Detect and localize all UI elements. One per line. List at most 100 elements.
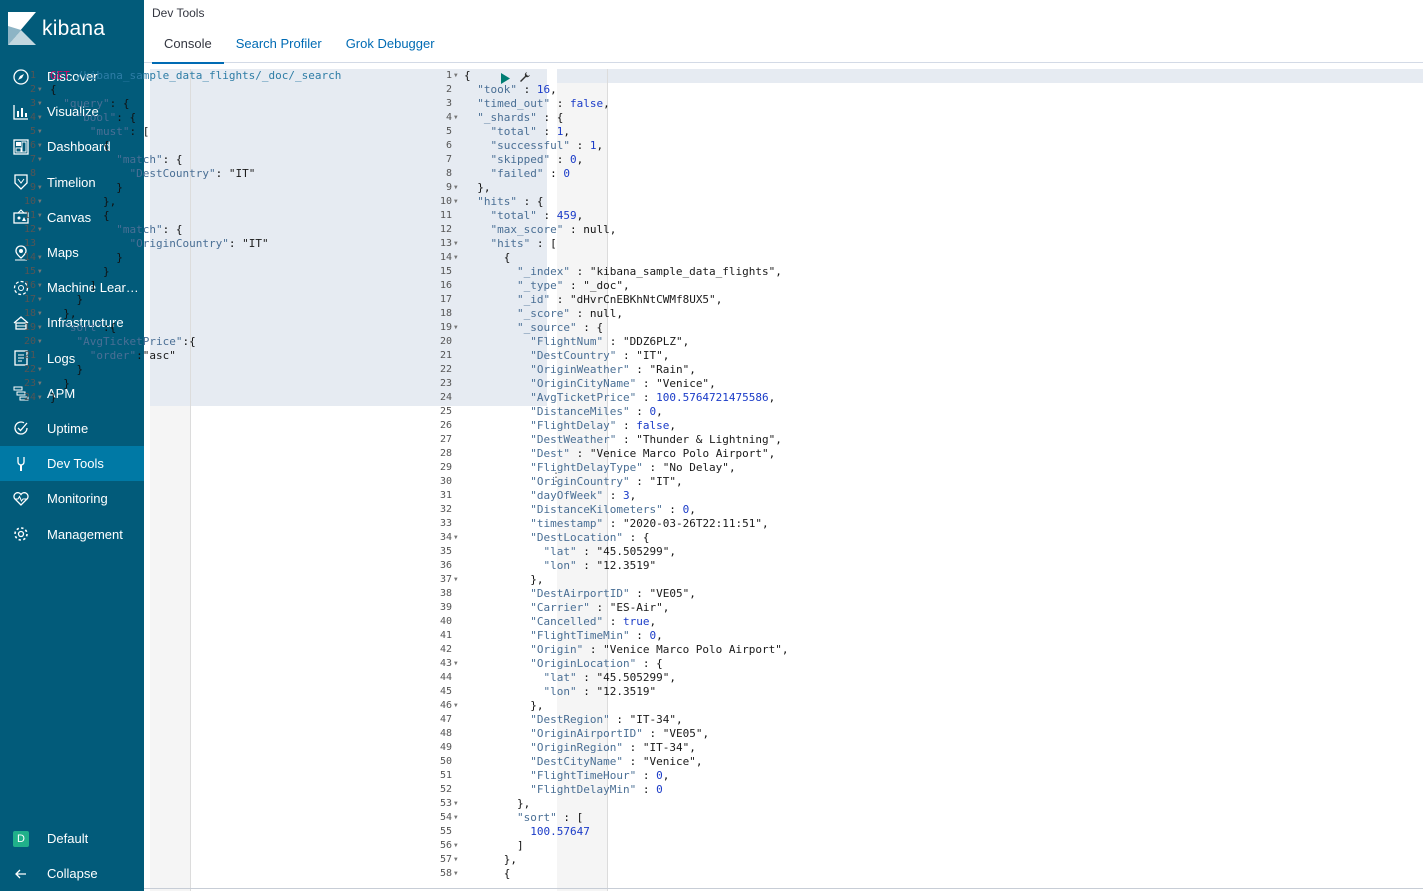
fold-toggle-icon[interactable]: ▼ — [454, 657, 460, 671]
fold-toggle-icon[interactable]: ▼ — [38, 125, 44, 139]
code-token: "kibana_sample_data_flights" — [589, 265, 776, 278]
response-line: 29 "FlightDelayType" : "No Delay", — [414, 461, 1264, 475]
fold-toggle-icon[interactable]: ▼ — [454, 867, 460, 881]
fold-toggle-icon[interactable]: ▼ — [38, 111, 44, 125]
response-line: 22 "OriginWeather" : "Rain", — [414, 363, 1264, 377]
fold-toggle-icon[interactable]: ▼ — [454, 839, 460, 853]
code-token: "DDZ6PLZ" — [622, 335, 683, 348]
fold-toggle-icon[interactable]: ▼ — [38, 279, 44, 293]
fold-toggle-icon[interactable]: ▼ — [38, 293, 44, 307]
fold-toggle-icon[interactable]: ▼ — [454, 251, 460, 265]
line-number: 31 — [439, 490, 452, 501]
fold-toggle-icon[interactable]: ▼ — [454, 699, 460, 713]
fold-toggle-icon[interactable]: ▼ — [38, 223, 44, 237]
sidebar-item-uptime[interactable]: Uptime — [0, 411, 144, 446]
request-code: { — [50, 209, 110, 223]
code-token: : — [603, 615, 623, 628]
space-selector[interactable]: D Default — [0, 821, 144, 856]
fold-toggle-icon[interactable]: ▼ — [38, 391, 44, 405]
fold-toggle-icon[interactable]: ▼ — [38, 153, 44, 167]
code-token: , — [675, 475, 683, 488]
fold-toggle-icon[interactable]: ▼ — [38, 265, 44, 279]
fold-toggle-icon[interactable]: ▼ — [38, 83, 44, 97]
sidebar-item-management[interactable]: Management — [0, 516, 144, 551]
fold-toggle-icon[interactable]: ▼ — [38, 307, 44, 321]
code-token: }, — [464, 573, 544, 586]
fold-toggle-icon[interactable]: ▼ — [38, 195, 44, 209]
code-token: "OriginWeather" — [530, 363, 630, 376]
avatar: D — [13, 830, 29, 847]
line-number: 15 — [23, 266, 36, 277]
code-token: } — [50, 363, 84, 376]
fold-toggle-icon[interactable]: ▼ — [454, 111, 460, 125]
tab-console[interactable]: Console — [152, 30, 224, 64]
code-token: "match" — [116, 223, 163, 236]
fold-toggle-icon[interactable]: ▼ — [38, 335, 44, 349]
code-token: "DestCountry" — [129, 167, 216, 180]
code-token: , — [695, 755, 703, 768]
code-token: , — [768, 447, 776, 460]
fold-toggle-icon[interactable]: ▼ — [454, 811, 460, 825]
line-number: 58 — [439, 868, 452, 879]
response-line: 10 ▼ "hits" : { — [414, 195, 1264, 209]
code-token: "lat" — [543, 545, 577, 558]
fold-toggle-icon[interactable]: ▼ — [38, 251, 44, 265]
code-token: : { — [162, 223, 183, 236]
code-token: "_score" — [516, 307, 570, 320]
tab-search-profiler[interactable]: Search Profiler — [224, 30, 334, 63]
fold-toggle-icon[interactable]: ▼ — [38, 181, 44, 195]
fold-toggle-icon[interactable]: ▼ — [454, 797, 460, 811]
collapse-button[interactable]: Collapse — [0, 856, 144, 891]
response-line: 41 "FlightTimeMin" : 0, — [414, 629, 1264, 643]
code-token: , — [662, 601, 670, 614]
fold-toggle-icon[interactable]: ▼ — [38, 139, 44, 153]
fold-toggle-icon[interactable]: ▼ — [454, 195, 460, 209]
code-token: "VE05" — [649, 587, 690, 600]
code-token: "DestCityName" — [530, 755, 623, 768]
request-editor[interactable]: 1 GET /kibana_sample_data_flights/_doc/_s… — [6, 69, 403, 405]
code-token: "OriginCountry" — [129, 237, 229, 250]
sidebar-item-monitoring[interactable]: Monitoring — [0, 481, 144, 516]
line-number: 28 — [439, 448, 452, 459]
fold-toggle-icon[interactable]: ▼ — [38, 209, 44, 223]
line-number: 26 — [439, 420, 452, 431]
line-number: 16 — [439, 280, 452, 291]
code-token: "match" — [116, 153, 163, 166]
fold-toggle-icon[interactable]: ▼ — [38, 377, 44, 391]
fold-toggle-icon[interactable]: ▼ — [454, 237, 460, 251]
response-code: "timed_out" : false, — [464, 97, 609, 111]
tab-grok-debugger[interactable]: Grok Debugger — [334, 30, 447, 63]
fold-toggle-icon[interactable]: ▼ — [454, 321, 460, 335]
code-token: "successful" — [490, 139, 570, 152]
fold-toggle-icon[interactable]: ▼ — [454, 69, 460, 83]
sidebar-item-dev-tools[interactable]: Dev Tools — [0, 446, 144, 482]
fold-toggle-icon[interactable]: ▼ — [38, 363, 44, 377]
kibana-logo[interactable]: kibana — [8, 12, 105, 46]
fold-toggle-icon[interactable]: ▼ — [38, 321, 44, 335]
fold-toggle-icon[interactable]: ▼ — [38, 97, 44, 111]
code-token: }, — [464, 853, 517, 866]
code-token: "OriginRegion" — [530, 741, 623, 754]
code-token: : — [215, 167, 229, 180]
line-number: 9 — [29, 182, 36, 193]
response-line: 40 "Cancelled" : true, — [414, 615, 1264, 629]
line-number: 2 — [445, 84, 452, 95]
response-code: "sort" : [ — [464, 811, 583, 825]
fold-toggle-icon[interactable]: ▼ — [454, 181, 460, 195]
line-number: 9 — [445, 182, 452, 193]
line-number: 7 — [445, 154, 452, 165]
response-code: "lat" : "45.505299", — [464, 545, 675, 559]
fold-toggle-icon[interactable]: ▼ — [454, 573, 460, 587]
code-token: : — [622, 755, 643, 768]
line-number: 34 — [439, 532, 452, 543]
response-code: "FlightTimeHour" : 0, — [464, 769, 669, 783]
code-token: "_shards" — [477, 111, 537, 124]
fold-toggle-icon[interactable]: ▼ — [454, 531, 460, 545]
code-token: "12.3519" — [596, 685, 657, 698]
request-line: 24 ▼} — [6, 391, 403, 405]
request-code: "must": [ — [50, 125, 150, 139]
fold-toggle-icon[interactable]: ▼ — [454, 853, 460, 867]
response-viewer[interactable]: 1 ▼{2 "took" : 16, 3 "timed_out" : false, 4… — [414, 69, 1264, 881]
